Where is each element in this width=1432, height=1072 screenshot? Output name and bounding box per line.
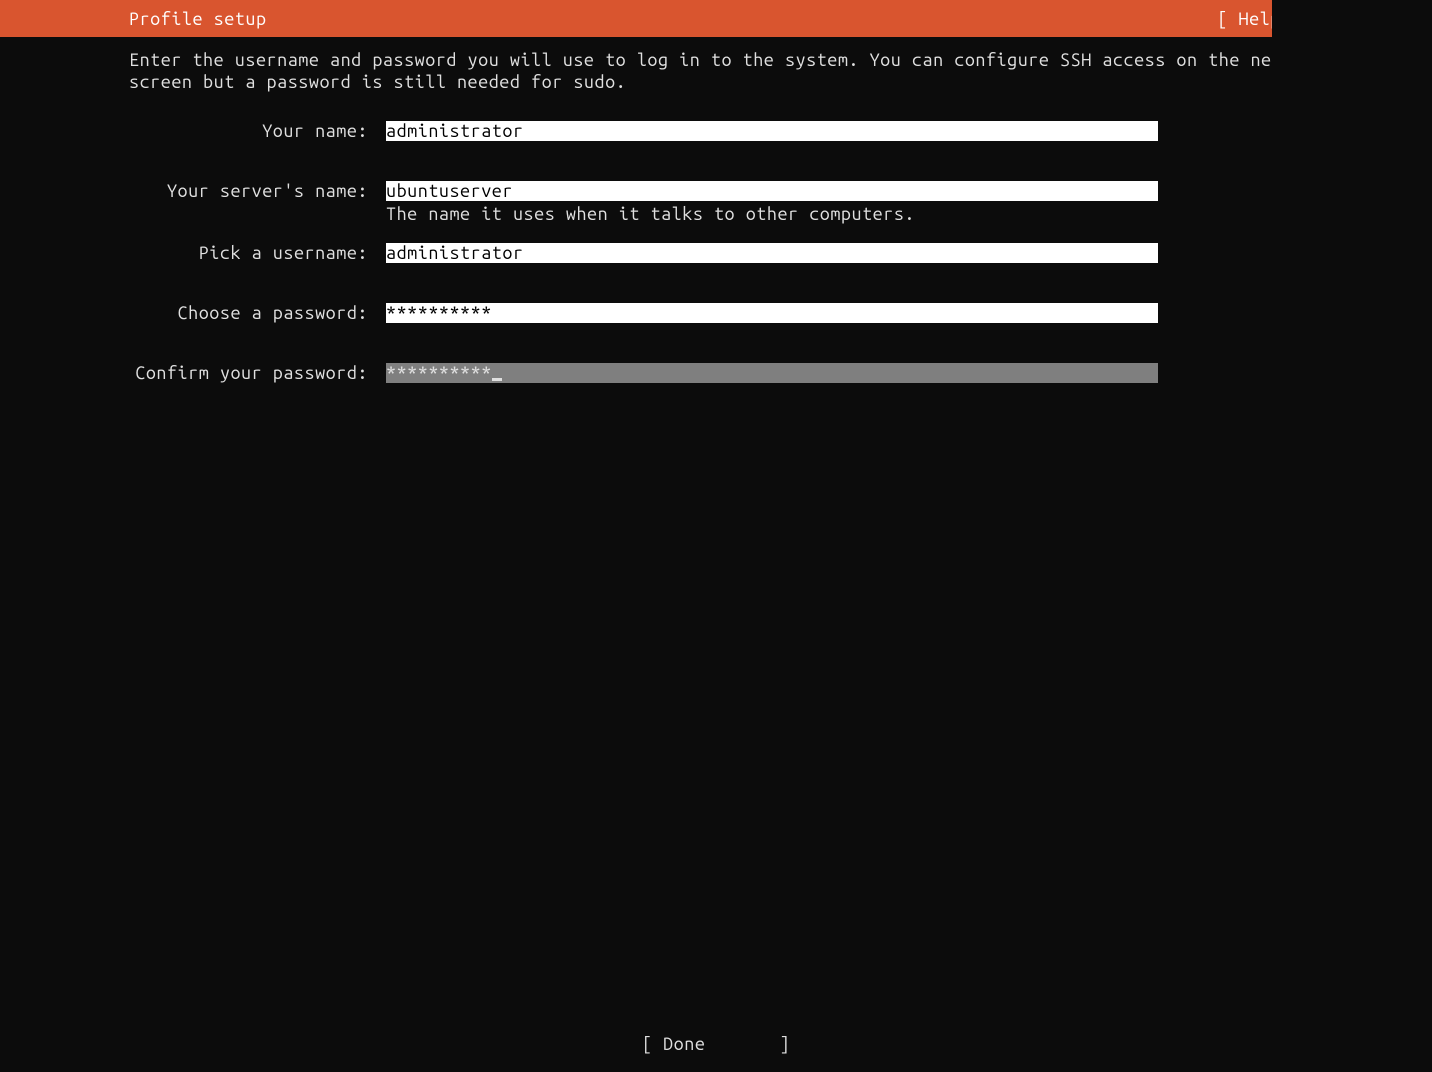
server-input[interactable]: ubuntuserver	[386, 181, 1158, 201]
confirm-password-input[interactable]: **********	[386, 363, 1158, 383]
right-margin	[1272, 0, 1432, 1072]
name-input[interactable]: administrator	[386, 121, 1158, 141]
form-row-password: Choose a password: **********	[129, 303, 1302, 323]
instructions-text: Enter the username and password you will…	[129, 49, 1302, 93]
label-name: Your name:	[129, 121, 368, 141]
form-row-server: Your server's name: ubuntuserver The nam…	[129, 181, 1302, 225]
label-server: Your server's name:	[129, 181, 368, 201]
header-bar: Profile setup [ Help ]	[0, 0, 1432, 37]
form-row-name: Your name: administrator	[129, 121, 1302, 141]
footer: [ Done ]	[0, 1034, 1432, 1054]
password-input[interactable]: **********	[386, 303, 1158, 323]
label-username: Pick a username:	[129, 243, 368, 263]
page-title: Profile setup	[129, 9, 267, 29]
content-area: Enter the username and password you will…	[0, 37, 1432, 383]
form-row-username: Pick a username: administrator	[129, 243, 1302, 263]
done-button[interactable]: [ Done ]	[642, 1034, 790, 1054]
label-password: Choose a password:	[129, 303, 368, 323]
server-hint: The name it uses when it talks to other …	[386, 203, 1302, 225]
username-input[interactable]: administrator	[386, 243, 1158, 263]
cursor-icon	[492, 378, 502, 381]
label-confirm: Confirm your password:	[129, 363, 368, 383]
form-row-confirm: Confirm your password: **********	[129, 363, 1302, 383]
